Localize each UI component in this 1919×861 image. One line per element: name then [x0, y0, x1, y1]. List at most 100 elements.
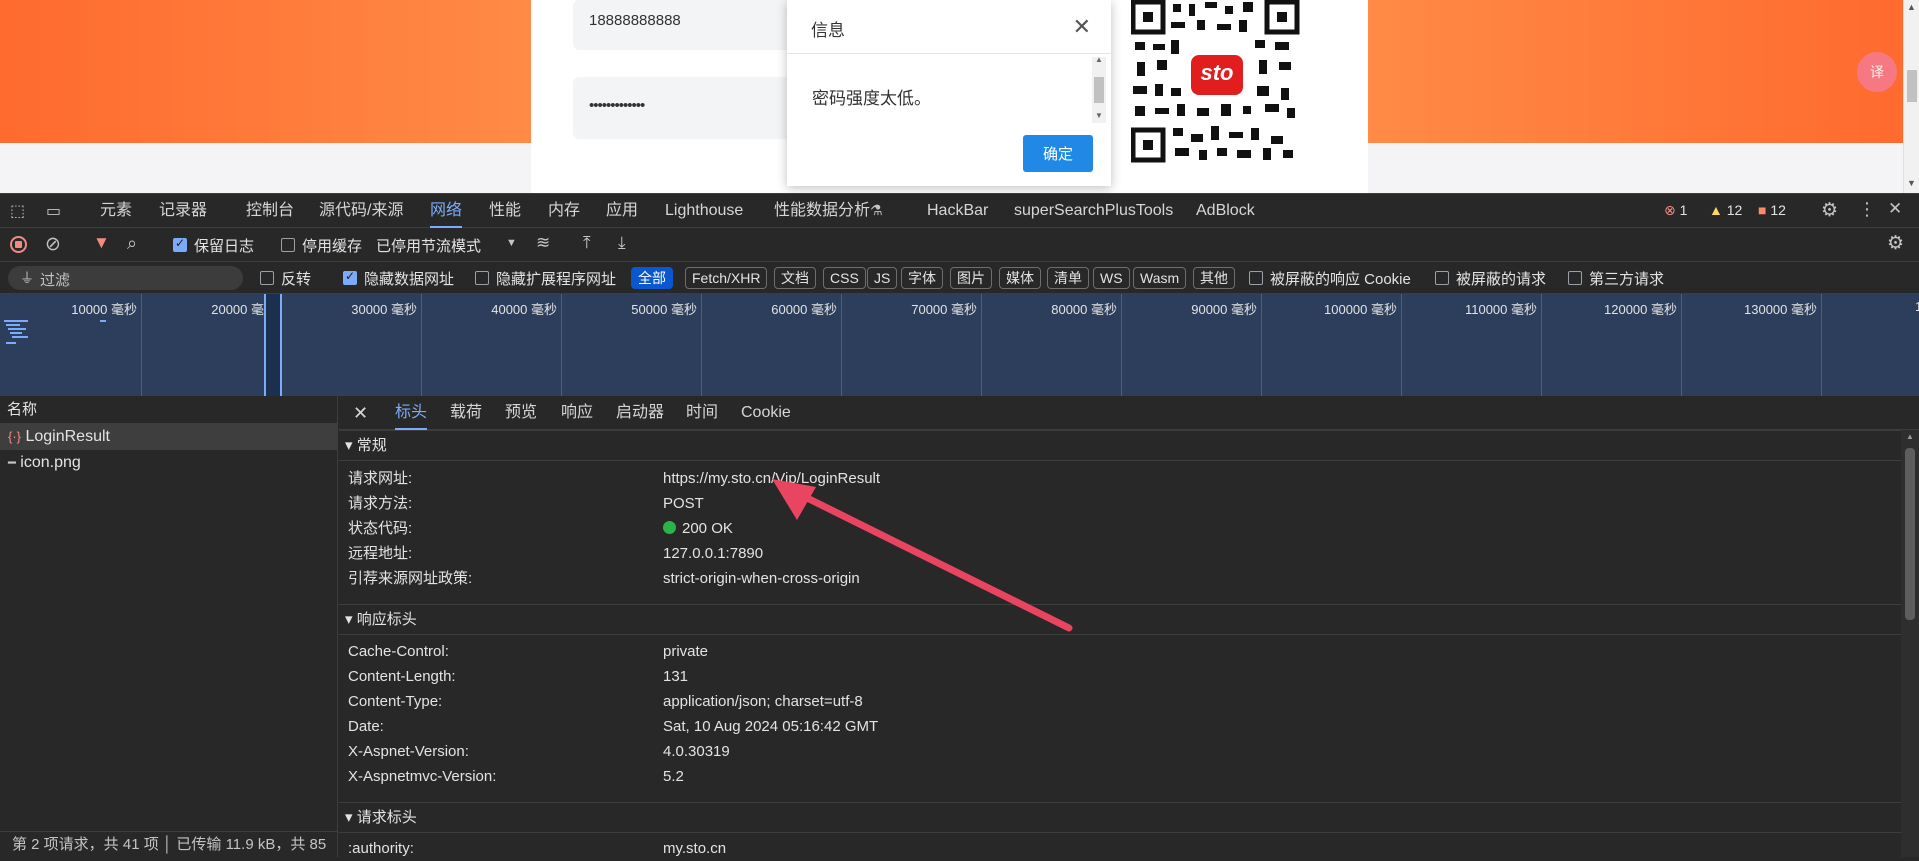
header-value: POST [663, 495, 704, 512]
blocked-requests-label: 被屏蔽的请求 [1456, 271, 1547, 288]
inspect-element-icon[interactable]: ⬚ [10, 201, 25, 221]
tab-timing[interactable]: 时间 [686, 396, 718, 430]
network-settings-gear-icon[interactable]: ⚙ [1887, 232, 1904, 255]
phone-value: 18888888888 [589, 12, 681, 29]
status-code-text: 200 OK [682, 520, 733, 537]
clear-icon[interactable]: ⊘ [45, 233, 61, 256]
request-headers-section-header[interactable]: ▾ 请求标头 [339, 802, 1901, 833]
timeline-tick-label: 60000 毫秒 [771, 302, 837, 317]
confirm-button[interactable]: 确定 [1023, 135, 1093, 172]
network-conditions-icon[interactable]: ≋ [536, 233, 550, 253]
password-input[interactable]: ••••••••••••• [573, 77, 793, 139]
settings-gear-icon[interactable]: ⚙ [1821, 199, 1838, 222]
disable-cache-checkbox[interactable] [281, 238, 295, 252]
network-toolbar: ⊘ ▼ ⌕ 保留日志 停用缓存 已停用节流模式 ▼ ≋ ⤒ ⤓ ⚙ [0, 228, 1919, 262]
password-value: ••••••••••••• [589, 97, 645, 114]
device-toolbar-icon[interactable]: ▭ [46, 201, 61, 221]
timeline-request-bar [6, 342, 16, 344]
name-column-header[interactable]: 名称 [0, 396, 337, 424]
download-icon[interactable]: ⤓ [618, 233, 626, 253]
timeline-gridline [981, 294, 982, 396]
hide-extension-urls-checkbox[interactable] [475, 271, 489, 285]
type-filter-all[interactable]: 全部 [631, 267, 673, 289]
type-filter-css[interactable]: CSS [823, 267, 866, 289]
dialog-scrollbar[interactable]: ▲ ▼ [1092, 55, 1106, 123]
type-filter-fetch-xhr[interactable]: Fetch/XHR [685, 267, 768, 289]
hide-extension-urls-label: 隐藏扩展程序网址 [496, 271, 617, 288]
timeline-tick-label: 30000 毫秒 [351, 302, 417, 317]
type-filter-manifest[interactable]: 清单 [1047, 267, 1089, 289]
tab-recorder[interactable]: 记录器 [159, 194, 207, 228]
filter-funnel-icon[interactable]: ▼ [93, 233, 110, 253]
timeline-selection-handle[interactable] [264, 294, 282, 396]
more-options-icon[interactable]: ⋮ [1858, 199, 1876, 220]
tab-preview[interactable]: 预览 [505, 396, 537, 430]
header-value: https://my.sto.cn/Vip/LoginResult [663, 470, 881, 487]
tab-response[interactable]: 响应 [561, 396, 593, 430]
blocked-requests-checkbox[interactable] [1435, 271, 1449, 285]
type-filter-other[interactable]: 其他 [1193, 267, 1235, 289]
upload-icon[interactable]: ⤒ [583, 233, 591, 253]
tab-headers[interactable]: 标头 [395, 396, 428, 430]
response-headers-section-header[interactable]: ▾ 响应标头 [339, 604, 1901, 635]
tab-network[interactable]: 网络 [430, 194, 463, 228]
details-scrollbar[interactable]: ▲ [1901, 430, 1919, 857]
tab-sources[interactable]: 源代码/来源 [319, 194, 403, 228]
hide-data-urls-checkbox[interactable] [343, 269, 357, 285]
tab-lighthouse[interactable]: Lighthouse [665, 194, 743, 228]
page-scrollbar[interactable]: ▲ ▼ [1903, 0, 1919, 193]
timeline-request-bar [4, 320, 28, 322]
tab-console[interactable]: 控制台 [246, 194, 294, 228]
preserve-log-checkbox[interactable] [173, 236, 187, 252]
chevron-down-icon[interactable]: ▼ [506, 237, 517, 249]
phone-input[interactable]: 18888888888 [573, 0, 793, 50]
request-row[interactable]: ━ icon.png [0, 450, 337, 476]
details-tabbar: ✕ 标头 载荷 预览 响应 启动器 时间 Cookie [339, 396, 1919, 430]
issues-counter[interactable]: ■ 12 [1758, 202, 1786, 218]
filter-input[interactable]: ⏚ 过滤 [8, 266, 243, 290]
preserve-log-label: 保留日志 [194, 238, 255, 255]
search-icon[interactable]: ⌕ [127, 233, 137, 254]
tab-hackbar[interactable]: HackBar [927, 194, 988, 228]
type-filter-font[interactable]: 字体 [901, 267, 943, 289]
tab-initiator[interactable]: 启动器 [616, 396, 664, 430]
hide-data-urls-label: 隐藏数据网址 [364, 271, 455, 288]
type-filter-doc[interactable]: 文档 [774, 267, 816, 289]
close-devtools-icon[interactable]: ✕ [1888, 199, 1902, 219]
record-stop-icon[interactable] [10, 236, 27, 253]
type-filter-img[interactable]: 图片 [950, 267, 992, 289]
tab-adblock[interactable]: AdBlock [1196, 194, 1255, 228]
network-timeline-overview[interactable]: 10000 毫秒 20000 毫秒 30000 毫秒 40000 毫秒 50000 毫秒… [0, 294, 1919, 396]
blocked-cookies-checkbox[interactable] [1249, 271, 1263, 285]
translate-icon[interactable]: 译 [1857, 52, 1897, 92]
general-section-header[interactable]: ▾ 常规 [339, 430, 1901, 461]
close-details-icon[interactable]: ✕ [353, 396, 368, 430]
tab-elements[interactable]: 元素 [100, 194, 132, 228]
close-icon[interactable]: ✕ [1073, 14, 1091, 40]
tab-application[interactable]: 应用 [606, 194, 638, 228]
tab-performance[interactable]: 性能 [489, 194, 521, 228]
header-value: private [663, 643, 709, 660]
header-key: Content-Type: [348, 693, 443, 710]
web-page-viewport: 18888888888 ••••••••••••• sto 译 ▲ ▼ 信息 ✕… [0, 0, 1919, 193]
request-row[interactable]: {·} LoginResult [0, 424, 337, 450]
invert-checkbox[interactable] [260, 271, 274, 285]
tab-performance-insights[interactable]: 性能数据分析 [774, 194, 870, 228]
header-value: 200 OK [663, 516, 733, 541]
tab-memory[interactable]: 内存 [548, 194, 580, 228]
tab-supersearchplustools[interactable]: superSearchPlusTools [1014, 194, 1173, 228]
error-counter[interactable]: ⊗ 1 [1664, 202, 1687, 219]
type-filter-media[interactable]: 媒体 [999, 267, 1041, 289]
throttling-select[interactable]: 已停用节流模式 [376, 235, 481, 256]
tab-payload[interactable]: 载荷 [450, 396, 482, 430]
third-party-label: 第三方请求 [1589, 271, 1665, 288]
timeline-tick-label: 80000 毫秒 [1051, 302, 1117, 317]
type-filter-js[interactable]: JS [867, 267, 898, 289]
timeline-tick-label: 90000 毫秒 [1191, 302, 1257, 317]
type-filter-wasm[interactable]: Wasm [1133, 267, 1187, 289]
timeline-gridline [841, 294, 842, 396]
warning-counter[interactable]: ▲ 12 [1709, 202, 1742, 218]
type-filter-ws[interactable]: WS [1093, 267, 1130, 289]
third-party-checkbox[interactable] [1568, 271, 1582, 285]
tab-cookies[interactable]: Cookie [741, 396, 791, 430]
